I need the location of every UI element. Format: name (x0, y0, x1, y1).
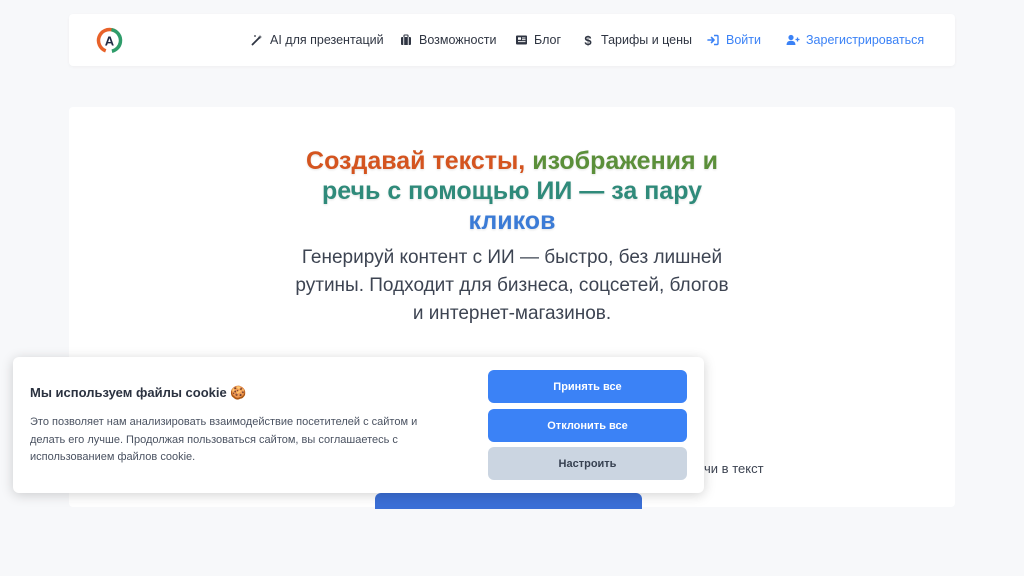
nav-features[interactable]: Возможности (399, 14, 496, 66)
hero-title-part-3: речь с помощью ИИ — за пару (321, 177, 703, 205)
top-navbar: A AI для презентаций Возможности Блог $ … (69, 14, 955, 66)
magic-wand-icon (250, 33, 264, 47)
cookie-settings-button[interactable]: Настроить (488, 447, 687, 480)
nav-login[interactable]: Войти (706, 14, 761, 66)
nav-ai-presentations[interactable]: AI для презентаций (250, 14, 384, 66)
logo-icon[interactable]: A (96, 27, 123, 54)
hero-title-part-4: кликов (468, 207, 556, 235)
accept-all-button[interactable]: Принять все (488, 370, 687, 403)
cookie-title: Мы используем файлы cookie 🍪 (30, 385, 247, 400)
nav-login-label: Войти (726, 33, 761, 47)
nav-features-label: Возможности (419, 33, 497, 47)
cookie-consent-banner: Мы используем файлы cookie 🍪 Это позволя… (13, 357, 704, 493)
nav-register[interactable]: Зарегистрироваться (786, 14, 924, 66)
cookie-description: Это позволяет нам анализировать взаимоде… (30, 416, 418, 463)
bottom-cta-button[interactable] (375, 493, 642, 509)
hero-title-part-1: Создавай тексты, (306, 147, 526, 175)
sign-in-icon (706, 33, 720, 47)
nav-ai-presentations-label: AI для презентаций (270, 33, 384, 47)
nav-blog[interactable]: Блог (514, 14, 561, 66)
hero-title: Создавай тексты, изображения и речь с по… (290, 146, 734, 236)
dollar-icon: $ (584, 32, 592, 48)
briefcase-icon (399, 33, 413, 47)
hero-title-part-2: изображения и (532, 147, 718, 175)
hero-subtitle: Генерируй контент с ИИ — быстро, без лиш… (295, 247, 729, 324)
reject-all-button[interactable]: Отклонить все (488, 409, 687, 442)
nav-register-label: Зарегистрироваться (806, 33, 925, 47)
newspaper-icon (514, 33, 528, 47)
user-plus-icon (786, 33, 800, 47)
nav-pricing-label: Тарифы и цены (601, 33, 693, 47)
nav-pricing[interactable]: $ Тарифы и цены (581, 14, 692, 66)
nav-blog-label: Блог (534, 33, 562, 47)
svg-text:A: A (105, 34, 115, 49)
